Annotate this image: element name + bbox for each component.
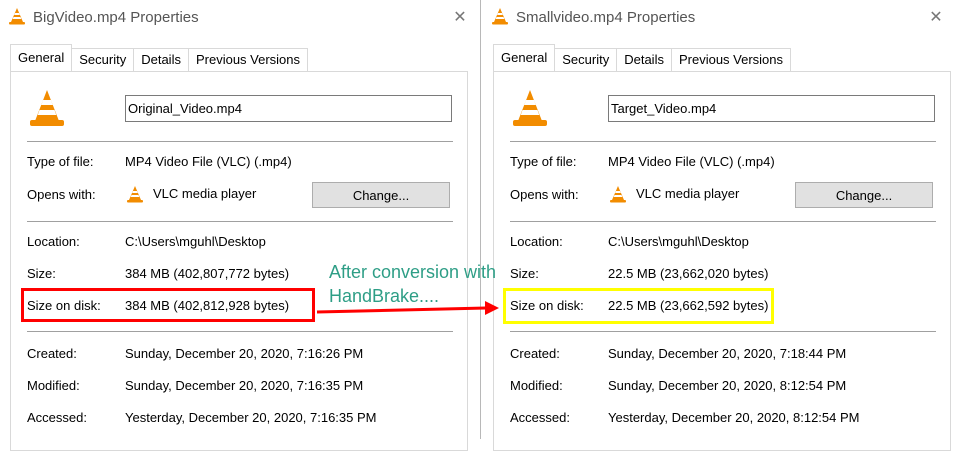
file-name-input[interactable] (608, 95, 935, 122)
tab-previous-versions[interactable]: Previous Versions (670, 48, 792, 71)
divider (27, 221, 453, 222)
created-value: Sunday, December 20, 2020, 7:16:26 PM (125, 346, 364, 361)
vlc-cone-icon (511, 88, 549, 133)
file-name-input[interactable] (125, 95, 452, 122)
size-value: 384 MB (402,807,772 bytes) (125, 266, 290, 281)
modified-value: Sunday, December 20, 2020, 8:12:54 PM (608, 378, 847, 393)
vlc-cone-icon (28, 88, 66, 133)
created-label: Created: (510, 346, 560, 361)
divider (510, 221, 936, 222)
opens-with-label: Opens with: (27, 187, 96, 202)
window-title: BigVideo.mp4 Properties (33, 9, 199, 26)
tab-previous-versions[interactable]: Previous Versions (187, 48, 309, 71)
close-button[interactable]: ✕ (924, 6, 948, 28)
type-of-file-value: MP4 Video File (VLC) (.mp4) (608, 154, 775, 169)
annotation-line-1: After conversion with (329, 262, 497, 282)
tab-general[interactable]: General (10, 44, 73, 71)
annotation-text: After conversion with HandBrake.... (329, 260, 496, 308)
location-value: C:\Users\mguhl\Desktop (608, 234, 749, 249)
tab-bar: General Security Details Previous Versio… (493, 44, 792, 71)
close-icon: ✕ (453, 9, 467, 26)
close-button[interactable]: ✕ (448, 6, 472, 28)
tab-details[interactable]: Details (133, 48, 189, 71)
title-bar: BigVideo.mp4 Properties ✕ (0, 0, 480, 34)
location-label: Location: (510, 234, 563, 249)
general-panel (493, 71, 951, 451)
properties-dialog-right: Smallvideo.mp4 Properties ✕ General Secu… (483, 0, 956, 451)
tab-security[interactable]: Security (71, 48, 135, 71)
vlc-cone-icon (8, 7, 26, 30)
size-on-disk-highlight-red (21, 288, 315, 322)
opens-with-value: VLC media player (636, 186, 740, 201)
size-label: Size: (510, 266, 539, 281)
vlc-cone-icon (609, 185, 627, 208)
size-label: Size: (27, 266, 56, 281)
opens-with-value: VLC media player (153, 186, 257, 201)
created-label: Created: (27, 346, 77, 361)
accessed-label: Accessed: (27, 410, 87, 425)
close-icon: ✕ (929, 9, 943, 26)
vlc-cone-icon (491, 7, 509, 30)
accessed-label: Accessed: (510, 410, 570, 425)
type-of-file-label: Type of file: (510, 154, 577, 169)
size-value: 22.5 MB (23,662,020 bytes) (608, 266, 769, 281)
created-value: Sunday, December 20, 2020, 7:18:44 PM (608, 346, 847, 361)
window-title: Smallvideo.mp4 Properties (516, 9, 696, 26)
title-bar: Smallvideo.mp4 Properties ✕ (483, 0, 956, 34)
tab-bar: General Security Details Previous Versio… (10, 44, 309, 71)
location-value: C:\Users\mguhl\Desktop (125, 234, 266, 249)
type-of-file-value: MP4 Video File (VLC) (.mp4) (125, 154, 292, 169)
tab-security[interactable]: Security (554, 48, 618, 71)
change-button[interactable]: Change... (312, 182, 450, 208)
modified-value: Sunday, December 20, 2020, 7:16:35 PM (125, 378, 364, 393)
divider (27, 141, 453, 142)
divider (510, 331, 936, 332)
location-label: Location: (27, 234, 80, 249)
opens-with-label: Opens with: (510, 187, 579, 202)
annotation-line-2: HandBrake.... (329, 286, 440, 306)
divider (510, 141, 936, 142)
change-button[interactable]: Change... (795, 182, 933, 208)
accessed-value: Yesterday, December 20, 2020, 7:16:35 PM (125, 410, 377, 425)
accessed-value: Yesterday, December 20, 2020, 8:12:54 PM (608, 410, 860, 425)
modified-label: Modified: (510, 378, 563, 393)
properties-dialog-left: BigVideo.mp4 Properties ✕ General Securi… (0, 0, 480, 451)
size-on-disk-highlight-yellow (503, 288, 774, 324)
modified-label: Modified: (27, 378, 80, 393)
divider (27, 331, 453, 332)
tab-details[interactable]: Details (616, 48, 672, 71)
tab-general[interactable]: General (493, 44, 556, 71)
vlc-cone-icon (126, 185, 144, 208)
type-of-file-label: Type of file: (27, 154, 94, 169)
